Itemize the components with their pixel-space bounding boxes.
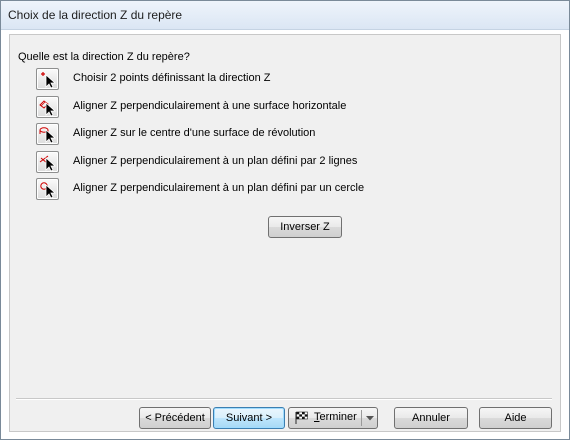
option-two-points-button[interactable] [36, 68, 59, 90]
invert-z-button[interactable]: Inverser Z [268, 216, 342, 238]
finish-label: Terminer [314, 411, 357, 423]
chevron-down-icon [366, 416, 374, 421]
next-button[interactable]: Suivant > [213, 407, 285, 429]
circle-plane-cursor-icon [40, 182, 57, 199]
option-two-lines-plane: Aligner Z perpendiculairement à un plan … [36, 151, 496, 173]
previous-button[interactable]: < Précédent [139, 407, 211, 429]
option-revolution-surface-button[interactable] [36, 123, 59, 145]
title-bar[interactable]: Choix de la direction Z du repère [1, 1, 569, 30]
finish-split-button: Terminer [288, 407, 378, 429]
option-circle-plane-label: Aligner Z perpendiculairement à un plan … [73, 182, 365, 194]
option-two-lines-plane-label: Aligner Z perpendiculairement à un plan … [73, 155, 358, 167]
two-points-cursor-icon [41, 72, 57, 89]
two-lines-plane-cursor-icon [39, 155, 57, 172]
revolution-surface-cursor-icon [39, 127, 57, 144]
option-circle-plane-button[interactable] [36, 178, 59, 200]
window-title: Choix de la direction Z du repère [8, 8, 183, 22]
option-circle-plane: Aligner Z perpendiculairement à un plan … [36, 178, 496, 200]
option-two-points: Choisir 2 points définissant la directio… [36, 68, 496, 90]
finish-button[interactable]: Terminer [289, 408, 361, 428]
option-horizontal-surface: Aligner Z perpendiculairement à une surf… [36, 96, 496, 118]
cancel-button[interactable]: Annuler [394, 407, 468, 429]
question-label: Quelle est la direction Z du repère? [18, 51, 190, 63]
finish-label-rest: erminer [319, 411, 357, 423]
option-revolution-surface: Aligner Z sur le centre d'une surface de… [36, 123, 496, 145]
option-horizontal-surface-button[interactable] [36, 96, 59, 118]
footer-separator [16, 398, 552, 400]
option-horizontal-surface-label: Aligner Z perpendiculairement à une surf… [73, 100, 347, 112]
horizontal-surface-cursor-icon [39, 100, 57, 117]
option-two-lines-plane-button[interactable] [36, 151, 59, 173]
checkered-flag-icon [295, 411, 308, 424]
help-button[interactable]: Aide [479, 407, 552, 429]
option-two-points-label: Choisir 2 points définissant la directio… [73, 72, 271, 84]
finish-dropdown-button[interactable] [362, 408, 378, 428]
option-revolution-surface-label: Aligner Z sur le centre d'une surface de… [73, 127, 316, 139]
